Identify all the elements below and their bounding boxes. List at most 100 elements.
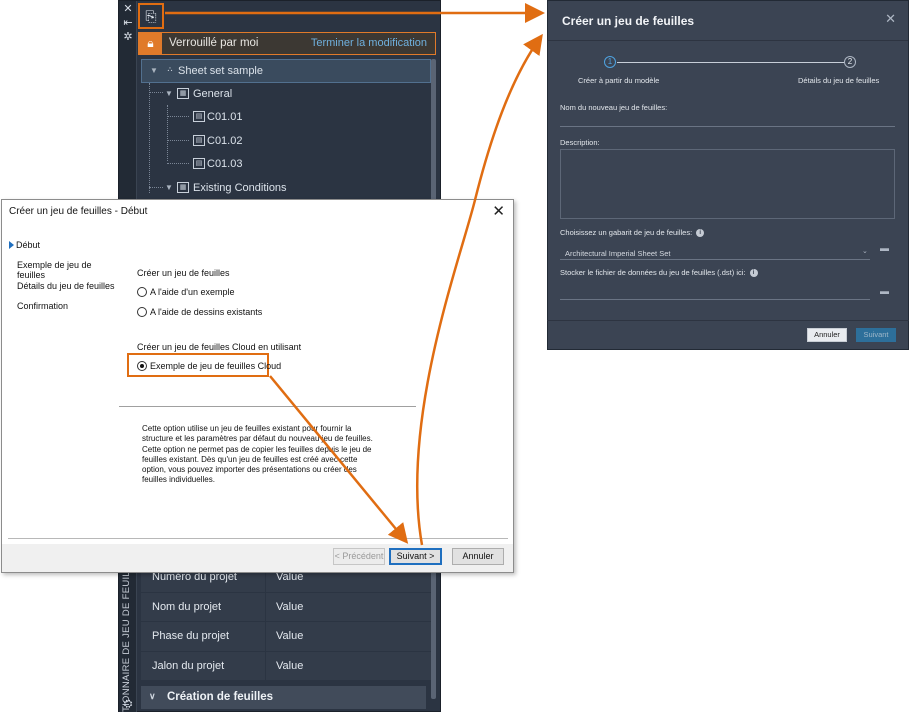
tree-connector: [167, 140, 189, 141]
property-divider: [265, 592, 266, 621]
tree-item-sheet[interactable]: ▤ C01.02: [141, 130, 431, 154]
sheet-icon: ▤: [193, 134, 205, 146]
info-icon[interactable]: i: [696, 229, 705, 238]
sheet-icon: ▤: [193, 158, 205, 169]
chevron-down-icon[interactable]: ⌄: [862, 247, 868, 255]
subset-icon: ▦: [177, 87, 189, 99]
tree-item-sheet[interactable]: ▤ C01.03: [141, 153, 431, 177]
radio-example[interactable]: [137, 287, 147, 297]
radio-cloud-example-label[interactable]: Exemple de jeu de feuilles Cloud: [150, 361, 281, 371]
stepper-line: [617, 62, 845, 63]
chevron-down-icon[interactable]: ▼: [165, 89, 173, 98]
tree-label: Sheet set sample: [178, 65, 263, 77]
tree-connector: [167, 163, 189, 164]
template-select[interactable]: [560, 259, 870, 260]
dialog-titlebar: Créer un jeu de feuilles - Début ✕: [2, 200, 513, 224]
tree-label: C01.01: [207, 111, 243, 123]
store-location-input[interactable]: [560, 299, 870, 300]
property-row[interactable]: Phase du projet Value: [141, 622, 431, 652]
step-2-label: Détails du jeu de feuilles: [798, 76, 880, 85]
tree-item-group[interactable]: ▼ ▦ General: [141, 83, 431, 107]
store-location-label: Stocker le fichier de données du jeu de …: [560, 268, 758, 278]
template-label-text: Choisissez un gabarit de jeu de feuilles…: [560, 228, 693, 237]
finish-editing-link[interactable]: Terminer la modification: [311, 37, 427, 49]
sheet-set-icon[interactable]: ⛭: [122, 698, 134, 710]
step-confirmation: Confirmation: [17, 301, 69, 311]
folder-icon[interactable]: ▬: [880, 286, 889, 296]
create-sheet-set-dialog: Créer un jeu de feuilles - Début ✕ Début…: [1, 199, 514, 573]
step-details: Détails du jeu de feuilles: [17, 281, 115, 291]
footer-separator: [8, 538, 508, 539]
step-start: Début: [8, 240, 41, 250]
autohide-icon[interactable]: ⇤: [122, 17, 134, 29]
content-separator: [119, 406, 416, 407]
group-label-create: Créer un jeu de feuilles: [137, 268, 230, 278]
close-icon[interactable]: ✕: [492, 202, 505, 220]
sheet-creation-section[interactable]: ∨ Création de feuilles: [141, 686, 426, 709]
new-sheet-set-icon: ⎘: [145, 8, 157, 24]
property-row[interactable]: Jalon du projet Value: [141, 651, 431, 681]
chevron-down-icon[interactable]: ∨: [149, 691, 156, 702]
wizard-steps: Début Exemple de jeu de feuilles Détails…: [2, 224, 122, 544]
tree-label: General: [193, 87, 233, 100]
lock-icon: 🔒︎: [139, 33, 162, 54]
section-title: Création de feuilles: [167, 691, 274, 703]
property-divider: [265, 651, 266, 680]
web-dialog-header: Créer un jeu de feuilles ✕: [548, 1, 908, 41]
tree-connector: [149, 92, 163, 93]
step-1-label: Créer à partir du modèle: [578, 76, 660, 85]
tree-label: C01.02: [207, 134, 243, 147]
name-label: Nom du nouveau jeu de feuilles:: [560, 103, 668, 112]
template-select-value[interactable]: Architectural Imperial Sheet Set: [565, 249, 670, 258]
cancel-button[interactable]: Annuler: [452, 548, 504, 565]
radio-existing-drawings-label[interactable]: A l'aide de dessins existants: [150, 307, 262, 317]
property-row[interactable]: Nom du projet Value: [141, 592, 431, 622]
name-input[interactable]: [560, 126, 895, 127]
subset-icon: ▦: [177, 181, 189, 193]
radio-example-label[interactable]: A l'aide d'un exemple: [150, 287, 235, 297]
tree-item-sheet[interactable]: ▤ C01.01: [141, 106, 431, 130]
lock-status-text: Verrouillé par moi: [169, 37, 259, 49]
close-icon[interactable]: ✕: [122, 3, 134, 15]
properties-icon[interactable]: ✲: [122, 31, 134, 43]
tree-label: Existing Conditions: [193, 181, 287, 194]
description-label: Description:: [560, 138, 600, 147]
store-location-label-text: Stocker le fichier de données du jeu de …: [560, 268, 746, 277]
chevron-down-icon[interactable]: ▼: [165, 183, 173, 192]
property-value[interactable]: Value: [276, 601, 303, 613]
create-sheet-set-button[interactable]: ⎘: [138, 3, 164, 29]
property-value[interactable]: Value: [276, 630, 303, 642]
property-key: Jalon du projet: [152, 659, 225, 672]
web-next-button[interactable]: Suivant: [856, 328, 896, 342]
property-value[interactable]: Value: [276, 660, 303, 672]
property-divider: [265, 622, 266, 651]
tree-connector: [149, 83, 150, 193]
previous-button[interactable]: < Précédent: [333, 548, 385, 565]
radio-existing-drawings[interactable]: [137, 307, 147, 317]
property-key: Nom du projet: [152, 600, 222, 613]
next-button[interactable]: Suivant >: [389, 548, 442, 565]
info-icon[interactable]: i: [749, 269, 758, 278]
tree-connector: [167, 105, 168, 161]
web-cancel-button[interactable]: Annuler: [807, 328, 847, 342]
radio-cloud-example[interactable]: [137, 361, 147, 371]
web-dialog-footer: [547, 320, 909, 350]
step-example: Exemple de jeu de feuilles: [17, 260, 92, 280]
template-label: Choisissez un gabarit de jeu de feuilles…: [560, 228, 705, 238]
step-2-indicator: 2: [844, 56, 856, 68]
option-description: Cette option utilise un jeu de feuilles …: [142, 424, 373, 485]
tree-item-group[interactable]: ▼ ▦ Existing Conditions: [141, 177, 431, 201]
sheet-tree: ▼ ⛬ Sheet set sample ▼ ▦ General ▤ C01.0…: [141, 59, 431, 200]
close-icon[interactable]: ✕: [885, 11, 896, 27]
properties-grid: Numéro du projet Value Nom du projet Val…: [141, 563, 431, 681]
folder-icon[interactable]: ▬: [880, 243, 889, 253]
lock-status-bar: 🔒︎ Verrouillé par moi Terminer la modifi…: [138, 32, 436, 55]
dialog-title: Créer un jeu de feuilles - Début: [9, 206, 148, 217]
tree-connector: [167, 116, 189, 117]
group-label-cloud: Créer un jeu de feuilles Cloud en utilis…: [137, 342, 302, 352]
tree-connector: [149, 187, 163, 188]
tree-item-root[interactable]: ▼ ⛬ Sheet set sample: [141, 59, 431, 83]
description-textarea[interactable]: [560, 149, 895, 219]
property-key: Phase du projet: [152, 630, 230, 642]
chevron-down-icon[interactable]: ▼: [150, 66, 158, 75]
